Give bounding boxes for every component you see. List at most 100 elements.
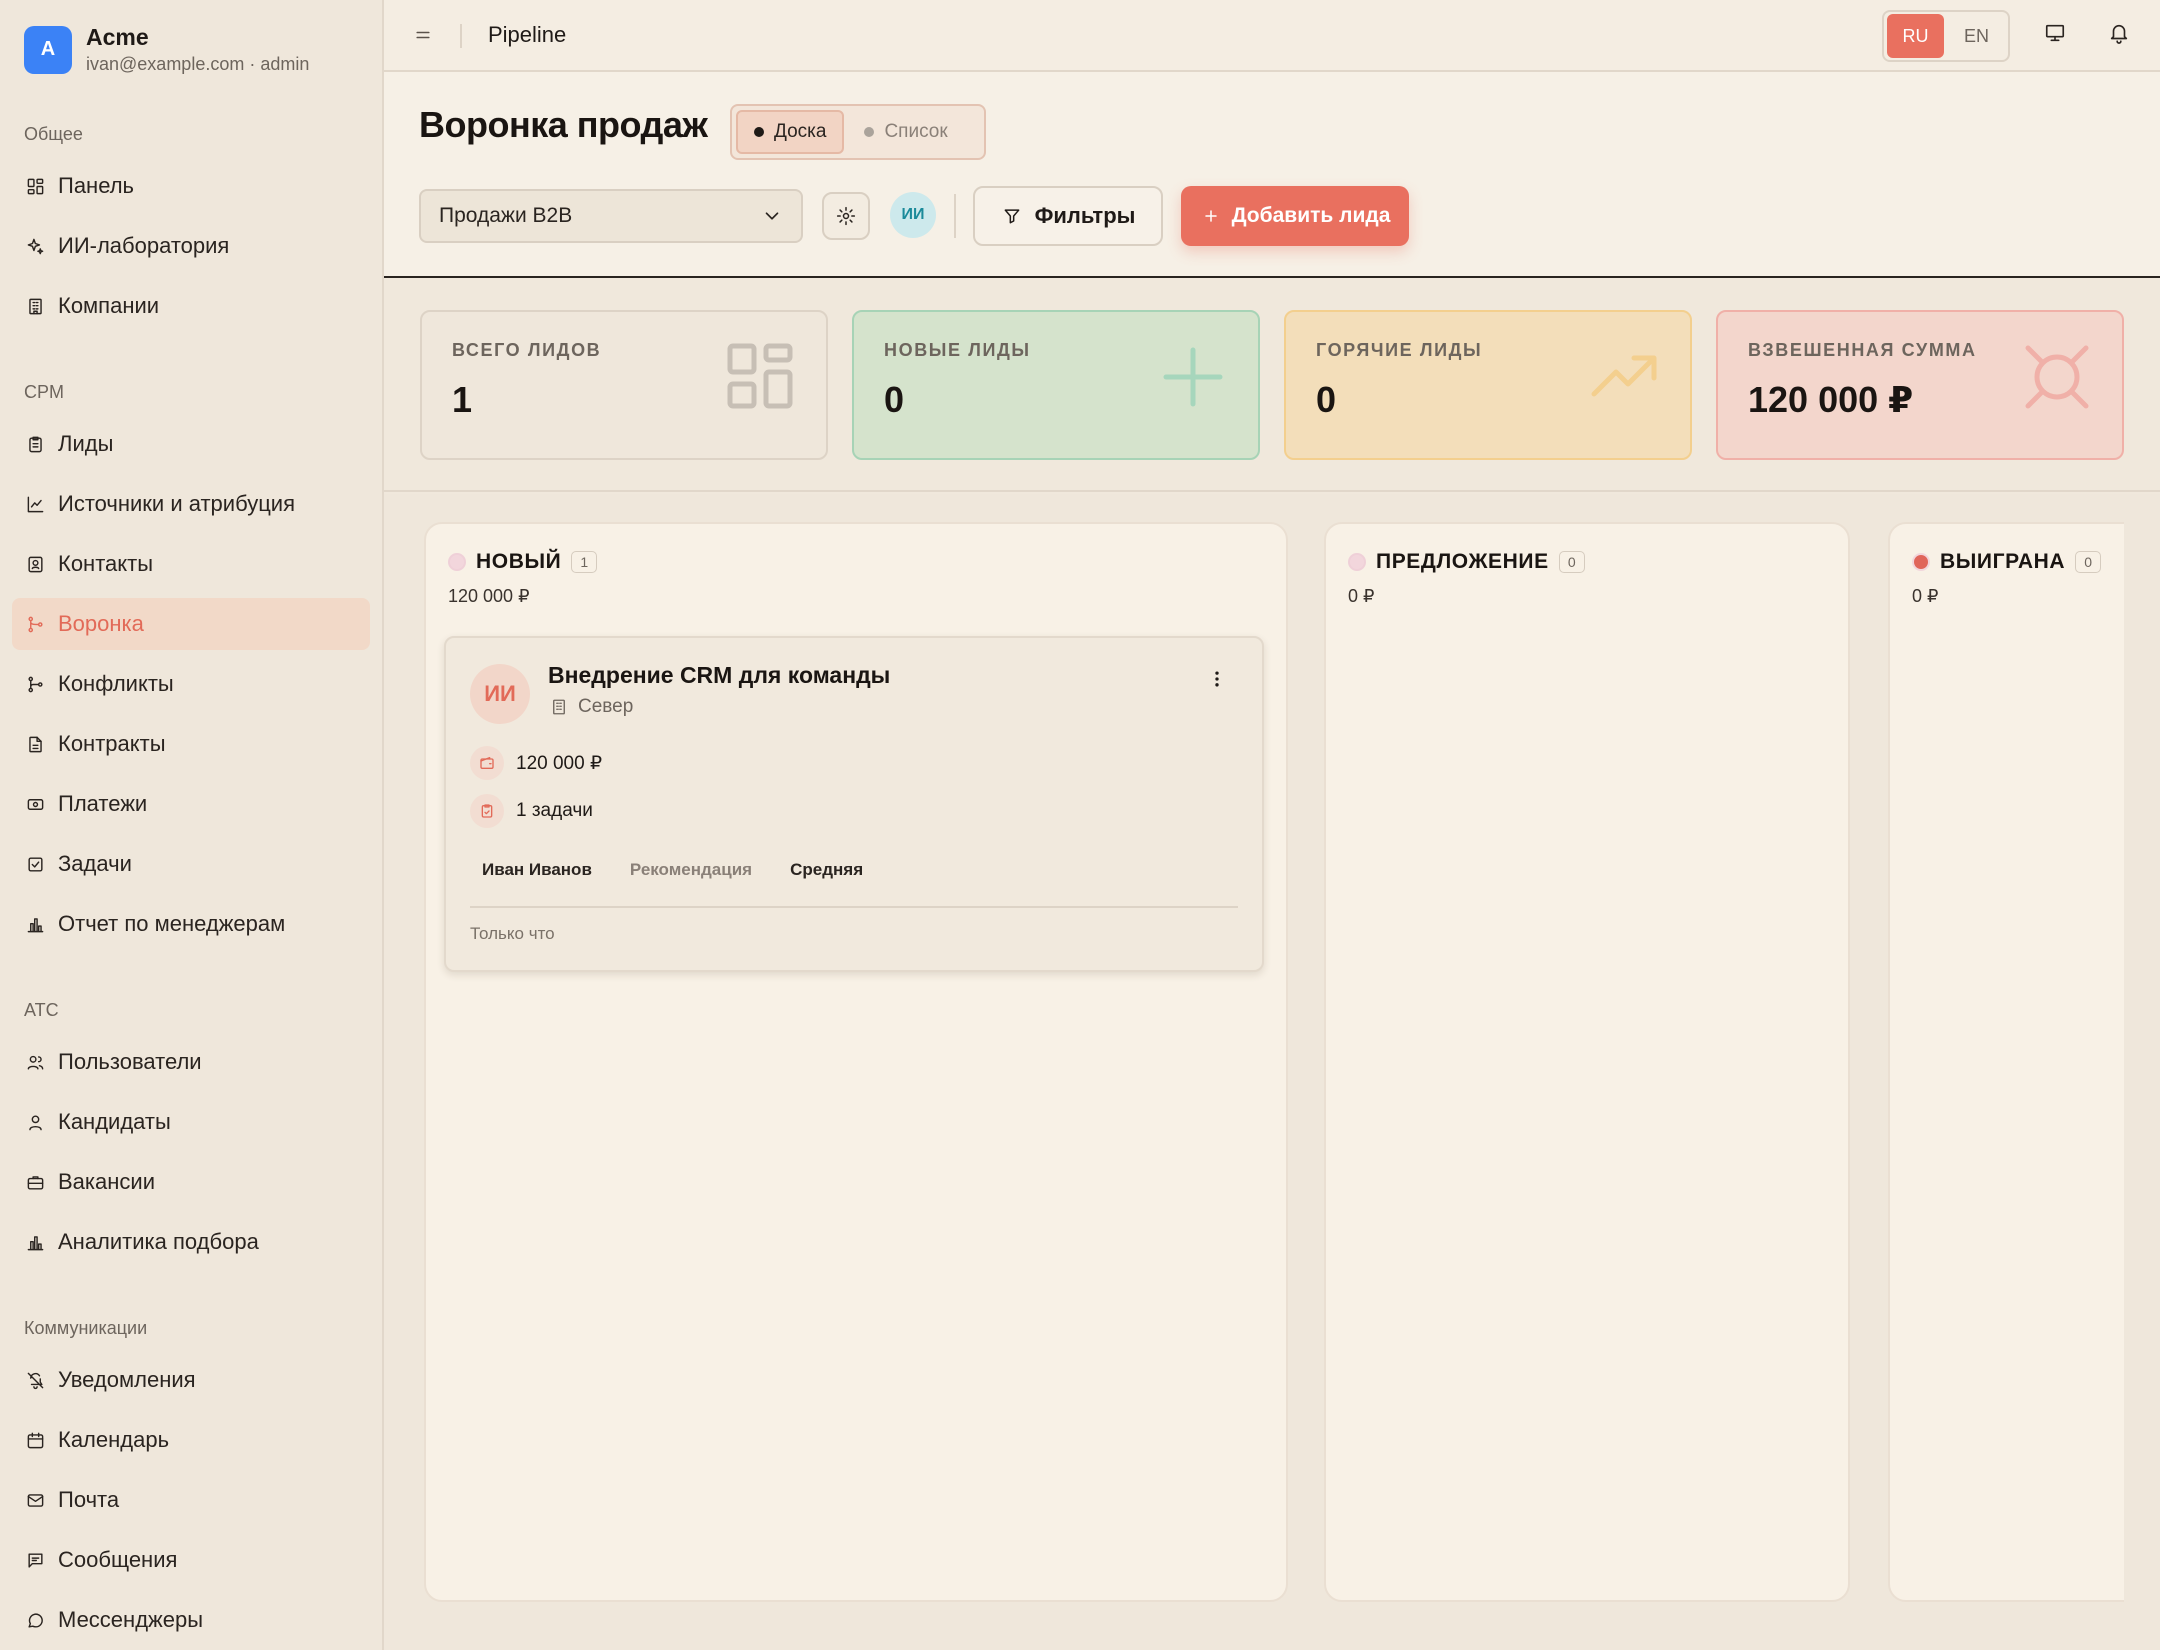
column-header: ВЫИГРАНА 0: [1912, 550, 2102, 574]
sidebar-item-contacts[interactable]: Контакты: [12, 538, 370, 590]
bell-icon[interactable]: [2108, 22, 2130, 44]
sidebar-item-contracts[interactable]: Контракты: [12, 718, 370, 770]
add-lead-button[interactable]: Добавить лида: [1181, 186, 1409, 246]
sidebar-item-messages[interactable]: Сообщения: [12, 1534, 370, 1586]
git-merge-icon: [24, 613, 46, 635]
briefcase-icon: [24, 1171, 46, 1193]
sidebar-item-leads[interactable]: Лиды: [12, 418, 370, 470]
sidebar-item-label: Воронка: [58, 611, 144, 636]
dot-icon: [754, 127, 764, 137]
file-text-icon: [24, 733, 46, 755]
view-list-label: Список: [884, 121, 948, 142]
lang-en-button[interactable]: EN: [1948, 14, 2005, 58]
kanban-board: НОВЫЙ 1 120 000 ₽ ИИ Внедрение CRM для к…: [384, 494, 2160, 1650]
column-proposal: ПРЕДЛОЖЕНИЕ 0 0 ₽: [1324, 522, 1850, 1602]
sidebar-item-dashboard[interactable]: Панель: [12, 160, 370, 212]
sidebar-item-messengers[interactable]: Мессенджеры: [12, 1594, 370, 1646]
view-board-button[interactable]: Доска: [736, 110, 845, 154]
nav-section-general: Общее: [24, 124, 83, 144]
filters-button[interactable]: Фильтры: [973, 186, 1163, 246]
sidebar-item-pipeline[interactable]: Воронка: [12, 598, 370, 650]
lead-company-name: Север: [578, 696, 634, 717]
sidebar-item-label: Мессенджеры: [58, 1607, 204, 1632]
sidebar-item-conflicts[interactable]: Конфликты: [12, 658, 370, 710]
column-count: 0: [2075, 551, 2102, 573]
sidebar-item-hiring-analytics[interactable]: Аналитика подбора: [12, 1216, 370, 1268]
message-circle-icon: [24, 1609, 46, 1631]
pipeline-select[interactable]: Продажи B2B: [419, 189, 803, 243]
workspace-avatar: A: [24, 25, 72, 74]
sidebar-item-label: Конфликты: [58, 671, 174, 696]
sidebar-item-manager-report[interactable]: Отчет по менеджерам: [12, 898, 370, 950]
board-edge: [2124, 494, 2160, 1650]
lead-title[interactable]: Внедрение CRM для команды: [548, 662, 890, 689]
user-icon: [24, 1111, 46, 1133]
column-title: НОВЫЙ: [476, 550, 562, 573]
chevron-down-icon: [761, 205, 783, 227]
plus-icon: [1200, 205, 1222, 227]
nav-section-cpm: CPM: [24, 382, 64, 402]
sidebar-item-companies[interactable]: Компании: [12, 280, 370, 332]
view-list-button[interactable]: Список: [848, 110, 963, 154]
sidebar-item-candidates[interactable]: Кандидаты: [12, 1096, 370, 1148]
contact-book-icon: [24, 553, 46, 575]
sidebar-item-label: Компании: [58, 293, 160, 318]
sidebar-item-label: Источники и атрибуция: [58, 491, 295, 516]
stat-total-leads: ВСЕГО ЛИДОВ 1: [420, 310, 828, 460]
ai-badge[interactable]: ИИ: [890, 192, 936, 238]
lead-card[interactable]: ИИ Внедрение CRM для команды Север 120 0…: [444, 636, 1264, 972]
sidebar-item-label: ИИ-лаборатория: [58, 233, 230, 258]
sidebar-item-notifications[interactable]: Уведомления: [12, 1354, 370, 1406]
stat-new-leads: НОВЫЕ ЛИДЫ 0: [852, 310, 1260, 460]
mail-icon: [24, 1489, 46, 1511]
sidebar-item-label: Пользователи: [58, 1049, 202, 1074]
filter-icon: [1001, 205, 1023, 227]
monitor-icon[interactable]: [2044, 22, 2066, 44]
sidebar-item-mail[interactable]: Почта: [12, 1474, 370, 1526]
more-vertical-icon[interactable]: [1206, 668, 1228, 690]
sparkles-icon: [24, 235, 46, 257]
dot-icon: [864, 127, 875, 137]
pipeline-settings-button[interactable]: [822, 192, 870, 240]
stage-dot-icon: [448, 553, 466, 571]
sidebar-item-label: Отчет по менеджерам: [58, 911, 286, 936]
trending-up-icon: [1590, 342, 1660, 417]
chart-line-icon: [24, 493, 46, 515]
sidebar-item-sources[interactable]: Источники и атрибуция: [12, 478, 370, 530]
bar-chart-icon: [24, 913, 46, 935]
sidebar-item-payments[interactable]: Платежи: [12, 778, 370, 830]
clipboard-icon: [24, 433, 46, 455]
view-board-label: Доска: [774, 121, 827, 142]
building-icon: [24, 295, 46, 317]
dashboard-icon: [24, 175, 46, 197]
sidebar-item-tasks[interactable]: Задачи: [12, 838, 370, 890]
banknote-icon: [24, 793, 46, 815]
users-icon: [24, 1051, 46, 1073]
calendar-icon: [24, 1429, 46, 1451]
menu-icon[interactable]: [412, 24, 434, 46]
git-branch-icon: [24, 673, 46, 695]
lead-tags: Иван Иванов Рекомендация Средняя: [470, 856, 875, 884]
sidebar-item-vacancies[interactable]: Вакансии: [12, 1156, 370, 1208]
sidebar-item-users[interactable]: Пользователи: [12, 1036, 370, 1088]
column-header: НОВЫЙ 1: [448, 550, 598, 574]
sidebar-item-label: Календарь: [58, 1427, 170, 1452]
column-count: 0: [1558, 551, 1585, 573]
lead-tasks-value: 1 задачи: [516, 800, 593, 821]
sidebar-item-label: Аналитика подбора: [58, 1229, 259, 1254]
workspace-switcher[interactable]: A Acme ivan@example.com · admin: [24, 24, 309, 75]
column-title: ВЫИГРАНА: [1940, 550, 2066, 573]
bell-off-icon: [24, 1369, 46, 1391]
sidebar-item-calendar[interactable]: Календарь: [12, 1414, 370, 1466]
divider: [470, 906, 1238, 908]
building-icon: [548, 696, 570, 718]
lang-ru-button[interactable]: RU: [1887, 14, 1944, 58]
gear-icon: [835, 205, 857, 227]
topbar: Pipeline RU EN: [384, 0, 2160, 72]
workspace-name: Acme: [86, 24, 149, 50]
page-header: Воронка продаж Доска Список Продажи B2B …: [384, 72, 2160, 278]
plus-icon: [1158, 342, 1228, 417]
layout-grid-icon: [726, 342, 796, 417]
sidebar-item-label: Уведомления: [58, 1367, 196, 1392]
sidebar-item-ai-lab[interactable]: ИИ-лаборатория: [12, 220, 370, 272]
